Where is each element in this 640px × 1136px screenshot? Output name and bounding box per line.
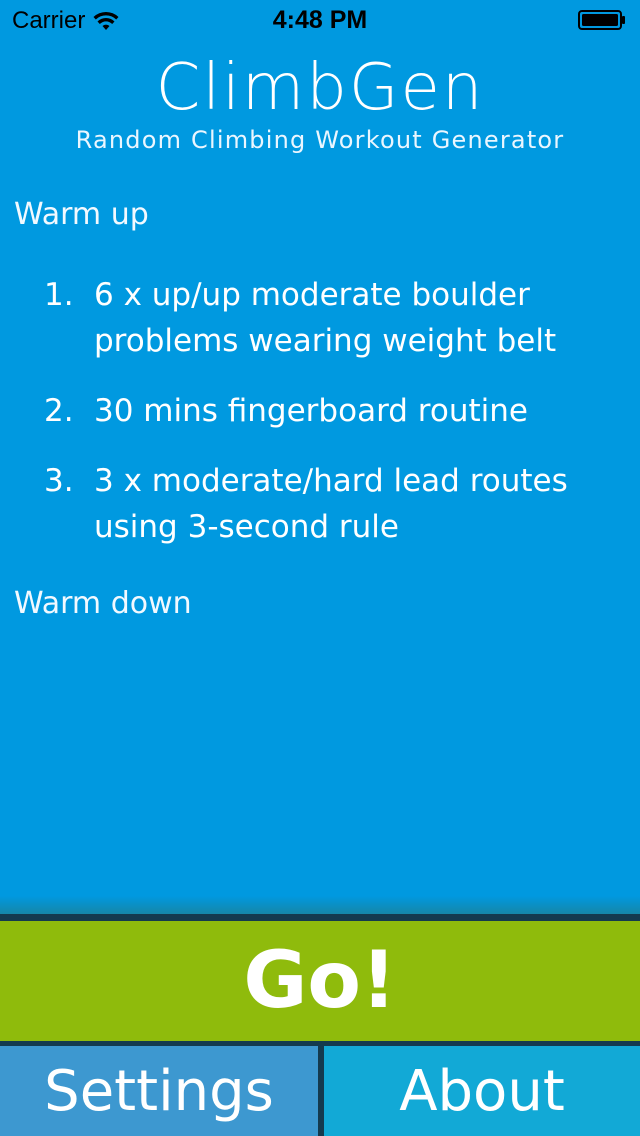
bottom-tab-bar: Settings About bbox=[0, 1046, 640, 1136]
about-button[interactable]: About bbox=[324, 1046, 640, 1136]
status-time: 4:48 PM bbox=[272, 6, 368, 34]
app-subtitle: Random Climbing Workout Generator bbox=[75, 126, 565, 154]
workout-item: 2. 30 mins fingerboard routine bbox=[0, 388, 640, 434]
warm-up-label: Warm up bbox=[14, 197, 149, 232]
settings-button[interactable]: Settings bbox=[0, 1046, 318, 1136]
workout-item: 3. 3 x moderate/hard lead routes using 3… bbox=[0, 458, 640, 550]
warm-down-label: Warm down bbox=[14, 586, 192, 621]
go-button[interactable]: Go! bbox=[0, 921, 640, 1041]
go-button-shadow bbox=[0, 896, 640, 914]
workout-item-text: 6 x up/up moderate boulder problems wear… bbox=[94, 277, 557, 359]
go-button-container: Go! bbox=[0, 914, 640, 1046]
workout-list: 1. 6 x up/up moderate boulder problems w… bbox=[0, 272, 640, 574]
battery-icon bbox=[578, 10, 625, 30]
app-title: ClimbGen bbox=[155, 51, 485, 125]
workout-item-text: 3 x moderate/hard lead routes using 3-se… bbox=[94, 463, 568, 545]
workout-item-number: 2. bbox=[44, 393, 74, 429]
workout-item-number: 1. bbox=[44, 277, 74, 313]
status-bar: Carrier 4:48 PM bbox=[0, 0, 640, 40]
workout-item-text: 30 mins fingerboard routine bbox=[94, 393, 528, 429]
workout-item-number: 3. bbox=[44, 463, 74, 499]
app-screen: Carrier 4:48 PM ClimbGen Random Climbing… bbox=[0, 0, 640, 1136]
workout-item: 1. 6 x up/up moderate boulder problems w… bbox=[0, 272, 640, 364]
